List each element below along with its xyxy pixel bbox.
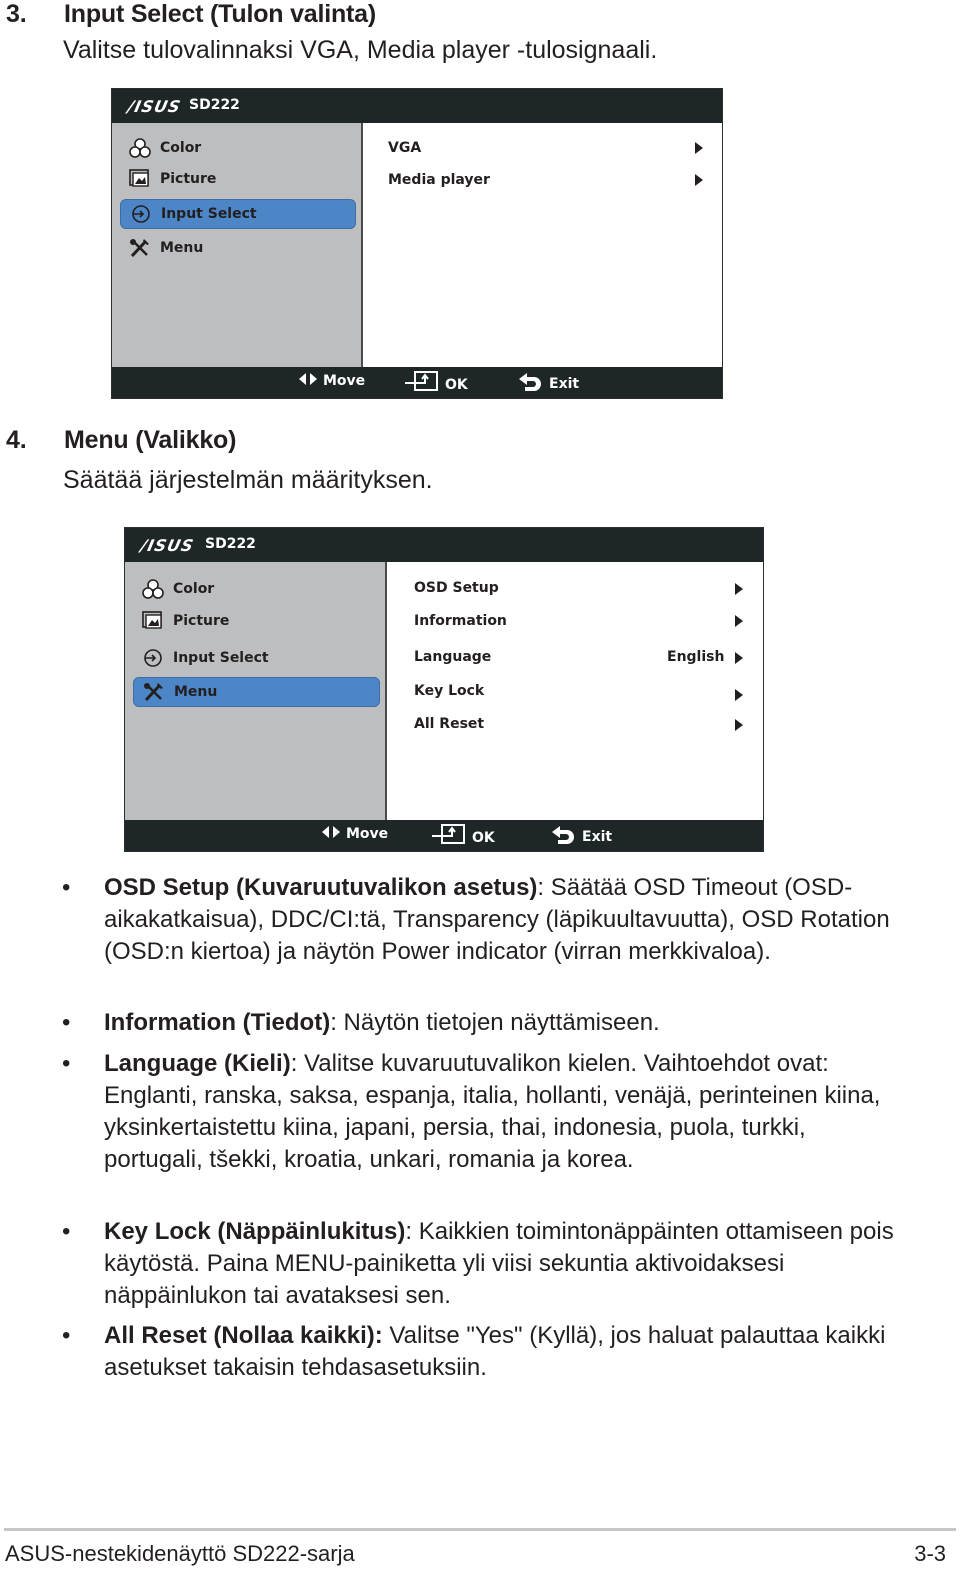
bullet-dot: • <box>62 874 71 901</box>
bullet-text: : Näytön tietojen näyttämiseen. <box>330 1009 660 1036</box>
exit-hint: Exit <box>519 373 579 395</box>
osd-menu-panel: /ISUS SD222 Color Picture Input Select M… <box>124 527 764 852</box>
chevron-right-icon <box>735 583 743 595</box>
bullet-osd-setup: • OSD Setup (Kuvaruutuvalikon asetus): S… <box>62 872 902 1000</box>
return-arrow-icon <box>519 373 543 395</box>
bullet-term: OSD Setup (Kuvaruutuvalikon asetus) <box>104 874 538 901</box>
model-name: SD222 <box>189 97 240 113</box>
bullet-term: Key Lock (Näppäinlukitus) <box>104 1218 406 1245</box>
enter-icon <box>432 823 466 849</box>
chevron-right-icon <box>735 719 743 731</box>
section-number: 3. <box>6 0 27 28</box>
exit-hint: Exit <box>552 826 612 848</box>
bullet-term: Language (Kieli) <box>104 1050 291 1077</box>
menu-tools-icon <box>142 681 166 703</box>
section-title: Input Select (Tulon valinta) <box>64 0 377 28</box>
osd-nav-panel: Color Picture Input Select Menu <box>112 123 363 369</box>
nav-label: Color <box>160 140 202 156</box>
option-osd-setup[interactable]: OSD Setup <box>414 580 499 596</box>
move-hint: Move <box>322 826 388 842</box>
bullet-term: All Reset (Nollaa kaikki): <box>104 1322 383 1349</box>
page-number: 3-3 <box>914 1541 946 1566</box>
bullet-all-reset: • All Reset (Nollaa kaikki): Valitse "Ye… <box>62 1320 902 1384</box>
osd-options-panel: OSD Setup Information Language English K… <box>387 562 763 822</box>
bullet-dot: • <box>62 1009 71 1036</box>
footer-title: ASUS-nestekidenäyttö SD222-sarja <box>5 1541 355 1566</box>
color-rgb-icon <box>141 578 165 600</box>
color-rgb-icon <box>128 137 152 159</box>
nav-label: Input Select <box>161 206 257 222</box>
bullet-information: • Information (Tiedot): Näytön tietojen … <box>62 1007 902 1039</box>
nav-item-input-select[interactable]: Input Select <box>133 643 377 673</box>
model-name: SD222 <box>205 536 256 552</box>
menu-tools-icon <box>128 237 152 259</box>
nav-label: Menu <box>174 684 218 700</box>
option-media-player[interactable]: Media player <box>388 172 490 188</box>
input-select-icon <box>129 203 153 225</box>
bullet-dot: • <box>62 1050 71 1077</box>
section-title: Menu (Valikko) <box>64 426 237 454</box>
section-3-description: Valitse tulovalinnaksi VGA, Media player… <box>63 36 658 64</box>
asus-logo: /ISUS <box>125 97 183 116</box>
section-4-description: Säätää järjestelmän määrityksen. <box>63 466 433 494</box>
osd-footer-bar: Move OK Exit <box>112 367 722 398</box>
bullet-dot: • <box>62 1322 71 1349</box>
nav-item-color[interactable]: Color <box>120 133 354 163</box>
option-information[interactable]: Information <box>414 613 507 629</box>
option-all-reset[interactable]: All Reset <box>414 716 484 732</box>
left-right-arrows-icon <box>299 373 317 389</box>
picture-icon <box>128 168 152 190</box>
osd-title-bar: /ISUS SD222 <box>112 89 722 123</box>
bullet-language: • Language (Kieli): Valitse kuvaruutuval… <box>62 1048 902 1208</box>
language-value: English <box>667 649 725 665</box>
bullet-term: Information (Tiedot) <box>104 1009 331 1036</box>
move-hint: Move <box>299 373 365 389</box>
left-right-arrows-icon <box>322 826 340 842</box>
nav-label: Color <box>173 581 215 597</box>
picture-icon <box>141 610 165 632</box>
chevron-right-icon <box>735 652 743 664</box>
nav-label: Picture <box>160 171 217 187</box>
enter-icon <box>405 370 439 396</box>
nav-item-color[interactable]: Color <box>133 574 377 604</box>
nav-item-picture[interactable]: Picture <box>120 164 354 194</box>
footer-divider <box>4 1528 956 1531</box>
nav-item-picture[interactable]: Picture <box>133 606 377 636</box>
ok-hint: OK <box>405 370 468 396</box>
chevron-right-icon <box>735 615 743 627</box>
option-vga[interactable]: VGA <box>388 140 421 156</box>
chevron-right-icon <box>695 174 703 186</box>
osd-title-bar: /ISUS SD222 <box>125 528 763 562</box>
option-key-lock[interactable]: Key Lock <box>414 683 484 699</box>
nav-label: Input Select <box>173 650 269 666</box>
input-select-icon <box>141 647 165 669</box>
osd-options-panel: VGA Media player <box>363 123 722 369</box>
asus-logo: /ISUS <box>138 536 196 555</box>
section-4-heading: 4. Menu (Valikko) <box>6 426 236 455</box>
return-arrow-icon <box>552 826 576 848</box>
chevron-right-icon <box>735 689 743 701</box>
ok-hint: OK <box>432 823 495 849</box>
chevron-right-icon <box>695 142 703 154</box>
osd-input-select-panel: /ISUS SD222 Color Picture Input Select M… <box>111 88 723 399</box>
nav-label: Menu <box>160 240 204 256</box>
bullet-dot: • <box>62 1218 71 1245</box>
nav-item-input-select[interactable]: Input Select <box>120 199 356 229</box>
nav-item-menu[interactable]: Menu <box>120 233 354 263</box>
bullet-key-lock: • Key Lock (Näppäinlukitus): Kaikkien to… <box>62 1216 902 1312</box>
nav-label: Picture <box>173 613 230 629</box>
osd-nav-panel: Color Picture Input Select Menu <box>125 562 387 822</box>
section-number: 4. <box>6 426 27 454</box>
section-3-heading: 3. Input Select (Tulon valinta) <box>6 0 376 29</box>
option-language[interactable]: Language <box>414 649 491 665</box>
osd-footer-bar: Move OK Exit <box>125 820 763 851</box>
nav-item-menu[interactable]: Menu <box>133 677 380 707</box>
